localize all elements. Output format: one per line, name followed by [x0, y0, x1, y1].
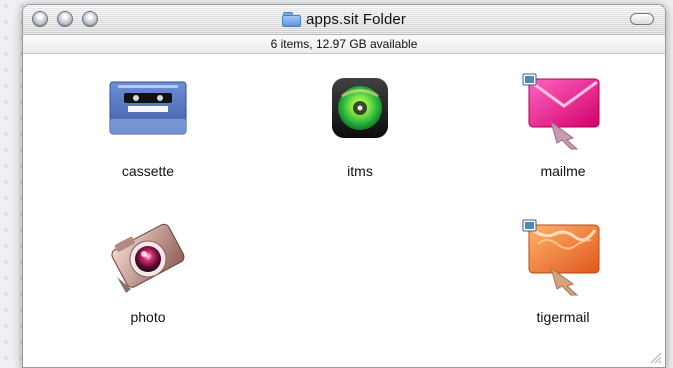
- mailme-icon-graphic: [522, 73, 600, 150]
- photo-icon: [100, 216, 196, 296]
- zoom-button[interactable]: [82, 11, 98, 27]
- mailme-icon: [515, 70, 611, 150]
- folder-icon: [282, 12, 302, 27]
- window-title: apps.sit Folder: [306, 10, 406, 28]
- tigermail-icon: [515, 216, 611, 296]
- finder-window: apps.sit Folder 6 items, 12.97 GB availa…: [22, 4, 666, 368]
- file-label-itms: itms: [347, 163, 373, 179]
- window-title-group: apps.sit Folder: [282, 10, 406, 28]
- file-item-mailme[interactable]: mailme: [503, 70, 623, 179]
- file-label-photo: photo: [130, 309, 166, 325]
- toolbar-toggle-button[interactable]: [630, 13, 654, 25]
- minimize-button[interactable]: [57, 11, 73, 27]
- file-label-tigermail: tigermail: [536, 309, 590, 325]
- file-item-cassette[interactable]: cassette: [88, 70, 208, 179]
- photo-icon-graphic: [111, 223, 185, 293]
- file-item-itms[interactable]: itms: [300, 70, 420, 179]
- file-item-tigermail[interactable]: tigermail: [503, 216, 623, 325]
- tigermail-icon-graphic: [522, 219, 600, 296]
- title-bar[interactable]: apps.sit Folder: [23, 5, 665, 35]
- close-button[interactable]: [32, 11, 48, 27]
- file-label-cassette: cassette: [121, 163, 175, 179]
- cassette-icon-graphic: [109, 81, 187, 135]
- itms-icon-graphic: [332, 78, 388, 138]
- resize-grip-icon[interactable]: [648, 350, 662, 364]
- status-bar: 6 items, 12.97 GB available: [23, 35, 665, 54]
- folder-content: cassette itms mailme photo tigermail: [23, 54, 665, 367]
- status-text: 6 items, 12.97 GB available: [270, 37, 418, 51]
- cassette-icon: [100, 70, 196, 150]
- file-item-photo[interactable]: photo: [88, 216, 208, 325]
- itms-icon: [312, 70, 408, 150]
- file-label-mailme: mailme: [540, 163, 586, 179]
